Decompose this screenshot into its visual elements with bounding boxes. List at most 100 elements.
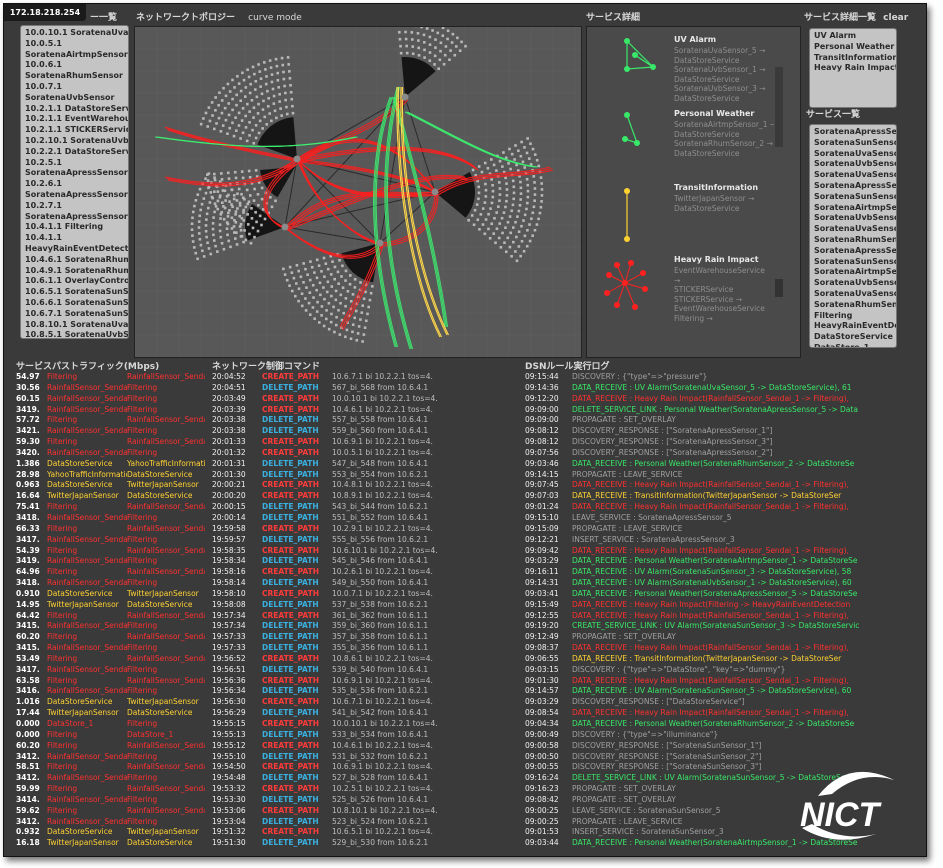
service-list-item[interactable]: SoratenaUvaSensor xyxy=(814,224,896,235)
service-list-item[interactable]: SoratenaUvbSensor xyxy=(814,278,896,289)
node-list-item[interactable]: 10.2.2.1 DataStoreService xyxy=(25,147,128,158)
service-detail-list-item[interactable]: Heavy Rain Impact xyxy=(814,63,896,74)
node-list-item[interactable]: 10.8.10.1 SoratenaUvaSensor xyxy=(25,320,128,331)
uv-edge xyxy=(626,66,654,70)
node-list-item[interactable]: 10.0.6.1 xyxy=(25,60,128,71)
network-topology-canvas[interactable] xyxy=(134,16,582,358)
host-node xyxy=(246,202,250,206)
service-list-item[interactable]: SoratenaUvbSensor xyxy=(814,213,896,224)
service-detail-name: Personal Weather xyxy=(674,109,755,118)
node-list-item[interactable]: 10.4.1.1 Filtering xyxy=(25,222,128,233)
host-node xyxy=(484,218,488,221)
service-list-item[interactable]: SoratenaApressSensor xyxy=(814,127,896,138)
host-node xyxy=(519,192,523,195)
node-list-item[interactable]: 10.2.6.1 xyxy=(25,179,128,190)
node-list-item[interactable]: 10.2.10.1 SoratenaUvbSensor xyxy=(25,136,128,147)
host-node xyxy=(242,211,245,214)
node-list-item[interactable]: 10.2.1.1 DataStoreService xyxy=(25,104,128,115)
node-list-item[interactable]: 10.0.7.1 xyxy=(25,82,128,93)
node-list-item[interactable]: 10.2.5.1 xyxy=(25,158,128,169)
service-detail-list-item[interactable]: TransitInformation xyxy=(814,53,896,64)
command-name: DELETE_PATH xyxy=(262,664,319,674)
host-node xyxy=(299,275,303,279)
log-text: DISCOVERY_RESPONSE : ["SoratenaSunSensor… xyxy=(572,762,762,772)
service-list-item[interactable]: SoratenaRhumSensor xyxy=(814,235,896,246)
host-node xyxy=(491,189,495,193)
node-list-item[interactable]: SoratenaRhumSensor xyxy=(25,71,128,82)
traffic-source: RainfallSensor_Sendai xyxy=(47,447,127,457)
node-list-item[interactable]: 10.2.7.1 xyxy=(25,201,128,212)
node-list-item[interactable]: SoratenaApressSensor xyxy=(25,212,128,223)
node-list-item[interactable]: HeavyRainEventDetect xyxy=(25,244,128,255)
service-detail-list-item[interactable]: UV Alarm xyxy=(814,31,896,42)
host-node xyxy=(199,243,203,247)
node-list-item[interactable]: 10.8.5.1 SoratenaUvbSensor xyxy=(25,330,128,338)
node-list-item[interactable]: 10.4.1.1 xyxy=(25,233,128,244)
service-list-item[interactable]: SoratenaAirtmpSensor xyxy=(814,203,896,214)
node-list-item[interactable]: 10.6.7.1 SoratenaSunSensor xyxy=(25,309,128,320)
detail-scrollbar[interactable] xyxy=(775,67,783,147)
node-list-item[interactable]: 10.6.6.1 SoratenaSunSensor xyxy=(25,298,128,309)
node-list-item[interactable]: 10.2.1.1 EventWarehouse xyxy=(25,114,128,125)
node-list-item[interactable]: SoratenaUvbSensor xyxy=(25,93,128,104)
service-list-item[interactable]: SoratenaUvaSensor xyxy=(814,170,896,181)
traffic-rate: 64.96 xyxy=(16,567,40,577)
service-list-item[interactable]: SoratenaSunSensor xyxy=(814,192,896,203)
service-list-item[interactable]: SoratenaApressSensor xyxy=(814,181,896,192)
service-list-item[interactable]: SoratenaUvaSensor xyxy=(814,149,896,160)
node-list-item[interactable]: 10.0.5.1 xyxy=(25,39,128,50)
traffic-rate: 0.932 xyxy=(16,827,40,837)
node-list-item[interactable]: SoratenaAirtmpSensor xyxy=(25,50,128,61)
app-window: 172.18.218.254 ー一覧 10.0.10.1 SoratenaUva… xyxy=(3,3,927,857)
host-node xyxy=(240,119,244,122)
node-list-item[interactable]: 10.6.5.1 SoratenaSunSensor xyxy=(25,287,128,298)
host-node xyxy=(320,305,324,308)
node-list-panel[interactable]: 10.0.10.1 SoratenaUvaSensor10.0.5.1Sorat… xyxy=(20,25,129,339)
log-row: 09:01:30 DATA_RECEIVE : Heavy Rain Impact… xyxy=(525,676,877,687)
service-list-item[interactable]: HeavyRainEventDetect xyxy=(814,321,896,332)
host-node xyxy=(362,333,366,336)
host-node xyxy=(262,99,265,103)
node-list-item[interactable]: 10.4.9.1 SoratenaRhum xyxy=(25,266,128,277)
node-list-item[interactable]: SoratenaApressSensor xyxy=(25,190,128,201)
node-list-item[interactable]: 10.6.1.1 OverlayControl xyxy=(25,276,128,287)
traffic-rate: 14.95 xyxy=(16,599,40,609)
host-node xyxy=(515,259,519,263)
node-list-item[interactable]: 10.0.10.1 SoratenaUvaSensor xyxy=(25,28,128,39)
host-node xyxy=(259,85,262,88)
node-list-item[interactable]: SoratenaApressSensor xyxy=(25,168,128,179)
command-row: 19:56:34 DELETE_PATH 535_bi_536 from 10.6.… xyxy=(212,686,512,697)
service-list-item[interactable]: SoratenaUvaSensor xyxy=(814,289,896,300)
host-node xyxy=(252,199,256,202)
service-list-item[interactable]: SoratenaSunSensor xyxy=(814,257,896,268)
traffic-source: TwitterJapanSensor xyxy=(47,838,119,848)
host-node xyxy=(270,119,273,123)
host-node xyxy=(448,58,451,62)
node-list-item[interactable]: 10.2.1.1 STICKERService xyxy=(25,125,128,136)
node-list-item[interactable]: 10.4.6.1 SoratenaRhum xyxy=(25,255,128,266)
host-node xyxy=(207,106,211,109)
service-list-item[interactable]: SoratenaApressSensor xyxy=(814,246,896,257)
service-list-item[interactable]: Filtering xyxy=(814,311,896,322)
service-list-item[interactable]: SoratenaSunSensor xyxy=(814,138,896,149)
cluster-sector xyxy=(401,57,436,97)
host-node xyxy=(230,203,233,206)
service-list-item[interactable]: DataStoreService xyxy=(814,332,896,343)
service-detail-list-item[interactable]: Personal Weather xyxy=(814,42,896,53)
clear-button[interactable]: clear xyxy=(883,13,908,23)
service-list-item[interactable]: SoratenaUvbSensor xyxy=(814,159,896,170)
host-node xyxy=(439,49,442,53)
service-list-item[interactable]: SoratenaAirtmpSensor xyxy=(814,267,896,278)
curve-mode-toggle[interactable]: curve mode xyxy=(248,13,302,23)
service-detail-list-panel[interactable]: UV Alarm Personal Weather TransitInformati… xyxy=(809,28,897,108)
host-node xyxy=(206,179,210,182)
host-node xyxy=(476,218,480,222)
traffic-source: Filtering xyxy=(47,610,78,620)
service-list-item[interactable]: DataStore_1 xyxy=(814,343,896,347)
host-node xyxy=(504,226,507,230)
service-list-item[interactable]: SoratenaRhumSensor xyxy=(814,300,896,311)
detail-scrollbar-lower[interactable] xyxy=(775,279,783,297)
service-list-panel[interactable]: SoratenaApressSensorSoratenaSunSensorSor… xyxy=(809,124,897,348)
service-detail-list: UV Alarm Personal Weather TransitInformati… xyxy=(810,29,896,74)
command-time: 19:55:15 xyxy=(212,719,246,728)
